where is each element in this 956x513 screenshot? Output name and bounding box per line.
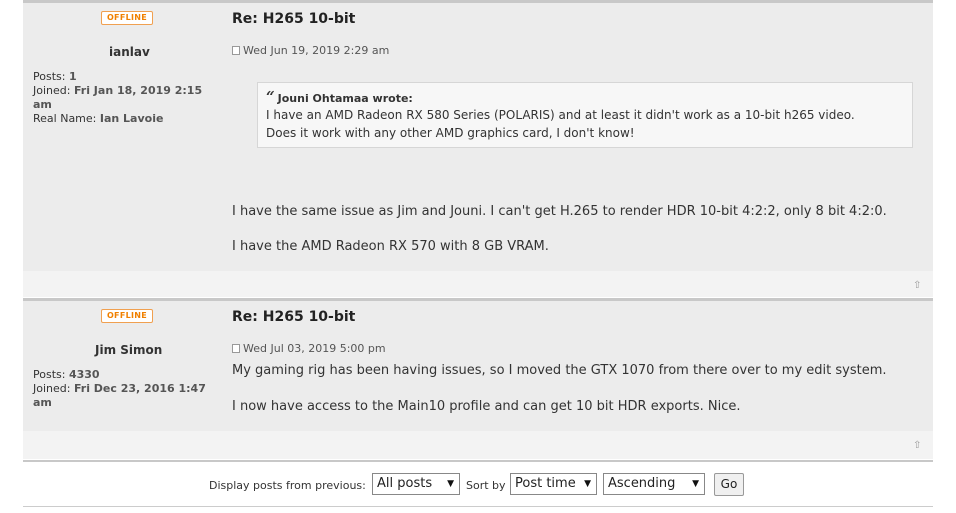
back-to-top-icon[interactable]: ⇧ — [913, 441, 923, 451]
post-paragraph: I have the same issue as Jim and Jouni. … — [232, 204, 887, 219]
post-2: OFFLINE Jim Simon Posts: 4330 Joined: Fr… — [23, 301, 933, 459]
sort-bar: Display posts from previous: All posts ▼… — [0, 473, 956, 497]
chevron-down-icon: ▼ — [447, 479, 454, 489]
footer-rule — [23, 506, 933, 507]
post-timestamp: Wed Jul 03, 2019 5:00 pm — [232, 342, 386, 355]
profile-posts: Posts: 1 — [33, 70, 77, 83]
sort-order-select[interactable]: Ascending ▼ — [603, 473, 705, 495]
post-title[interactable]: Re: H265 10-bit — [232, 11, 355, 27]
post-timestamp: Wed Jun 19, 2019 2:29 am — [232, 44, 389, 57]
chevron-down-icon: ▼ — [692, 479, 699, 489]
post-link-icon[interactable] — [232, 344, 240, 353]
post-author[interactable]: ianlav — [109, 45, 150, 59]
author-profile: Posts: 1 Joined: Fri Jan 18, 2019 2:15 a… — [33, 70, 218, 126]
author-profile: Posts: 4330 Joined: Fri Dec 23, 2016 1:4… — [33, 368, 218, 410]
quote-line: Does it work with any other AMD graphics… — [266, 126, 635, 140]
offline-badge: OFFLINE — [101, 309, 153, 323]
quote-icon: “ — [266, 88, 275, 106]
go-button[interactable]: Go — [714, 473, 744, 496]
posts-bottom-rule — [23, 460, 933, 462]
profile-realname: Real Name: Ian Lavoie — [33, 112, 164, 125]
sort-by-select[interactable]: Post time ▼ — [510, 473, 597, 495]
profile-posts: Posts: 4330 — [33, 368, 100, 381]
post-paragraph: I have the AMD Radeon RX 570 with 8 GB V… — [232, 239, 549, 254]
post-footer: ⇧ — [23, 271, 933, 297]
quote-author: “Jouni Ohtamaa wrote: — [266, 88, 413, 106]
post-footer: ⇧ — [23, 431, 933, 459]
offline-badge: OFFLINE — [101, 11, 153, 25]
post-link-icon[interactable] — [232, 46, 240, 55]
post-paragraph: I now have access to the Main10 profile … — [232, 399, 741, 414]
post-paragraph: My gaming rig has been having issues, so… — [232, 363, 887, 378]
post-title[interactable]: Re: H265 10-bit — [232, 309, 355, 325]
profile-joined: Joined: Fri Dec 23, 2016 1:47 am — [33, 382, 206, 409]
back-to-top-icon[interactable]: ⇧ — [913, 281, 923, 291]
sort-by-label: Sort by — [466, 479, 506, 492]
display-posts-label: Display posts from previous: — [209, 479, 366, 492]
profile-joined: Joined: Fri Jan 18, 2019 2:15 am — [33, 84, 203, 111]
quote-line: I have an AMD Radeon RX 580 Series (POLA… — [266, 108, 855, 122]
quote-box: “Jouni Ohtamaa wrote: I have an AMD Rade… — [257, 82, 913, 148]
post-1: OFFLINE ianlav Posts: 1 Joined: Fri Jan … — [23, 3, 933, 297]
chevron-down-icon: ▼ — [584, 479, 591, 489]
posts-count[interactable]: 1 — [69, 70, 77, 83]
posts-count[interactable]: 4330 — [69, 368, 100, 381]
post-author[interactable]: Jim Simon — [95, 343, 162, 357]
display-posts-select[interactable]: All posts ▼ — [372, 473, 460, 495]
